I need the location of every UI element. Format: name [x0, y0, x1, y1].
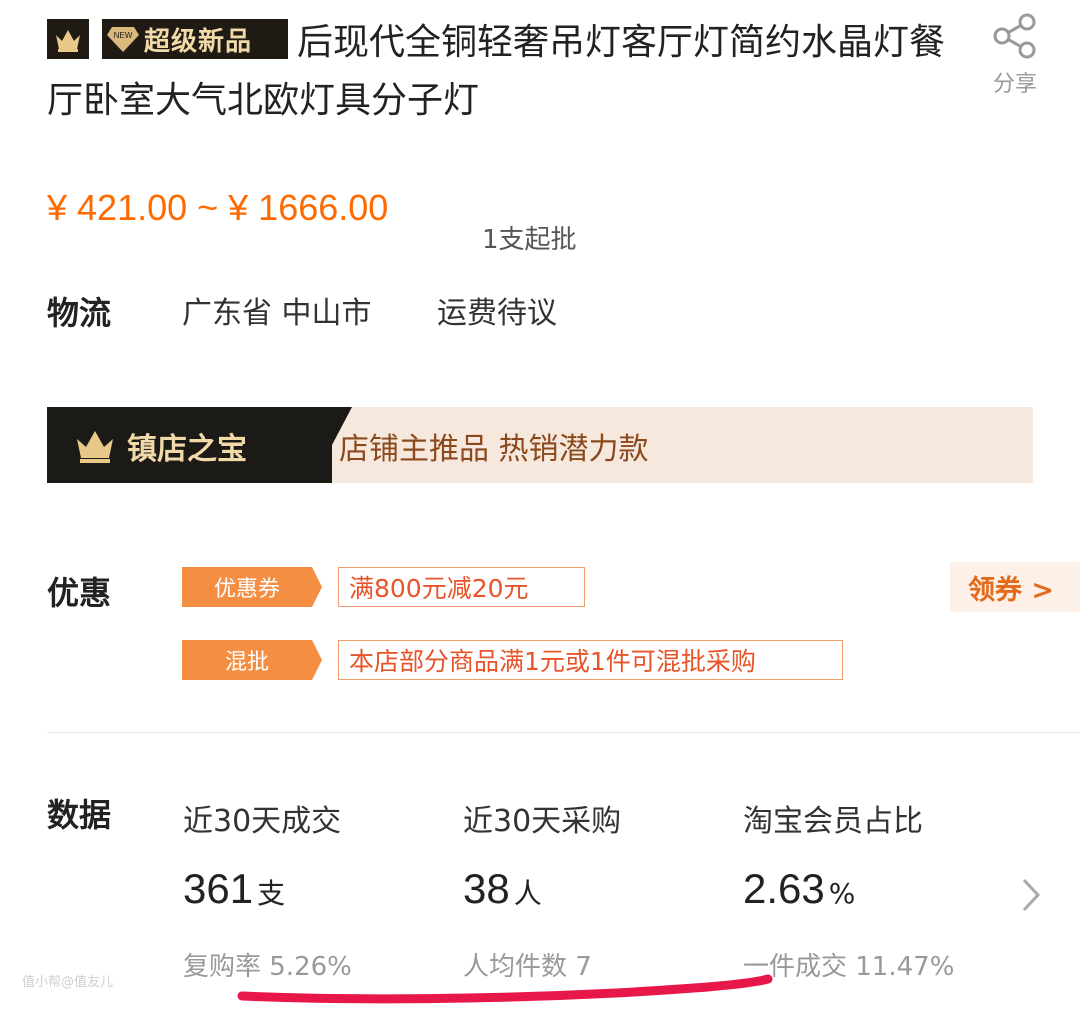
divider [47, 732, 1080, 733]
chevron-right-icon[interactable] [1018, 875, 1044, 915]
min-order: 1支起批 [482, 225, 577, 255]
product-title: 后现代全铜轻奢吊灯客厅灯简约水晶灯餐厅卧室大气北欧灯具分子灯 [47, 22, 946, 121]
red-underline-annotation [237, 974, 773, 1004]
banner-title: 镇店之宝 [127, 432, 247, 467]
promotions-label: 优惠 [47, 574, 112, 612]
stat-title-buyers: 近30天采购 [463, 804, 622, 839]
mixed-batch-tag: 混批 [182, 640, 322, 680]
coupon-ticket[interactable]: 满800元减20元 [338, 567, 585, 607]
shipping-location: 广东省 中山市 [182, 296, 372, 331]
mixed-batch-ticket[interactable]: 本店部分商品满1元或1件可混批采购 [338, 640, 843, 680]
price-range: ¥ 421.00 ~ ¥ 1666.00 [47, 187, 389, 228]
stat-value-sales: 361 支 [183, 865, 286, 912]
stat-value-members: 2.63% [743, 865, 856, 912]
logistics-label: 物流 [47, 294, 112, 332]
crown-icon [77, 431, 113, 463]
data-label: 数据 [47, 796, 112, 834]
stat-value-buyers: 38 人 [463, 865, 542, 912]
stat-title-sales: 近30天成交 [183, 804, 342, 839]
watermark: 值小帮@值友儿 [22, 975, 114, 990]
share-icon [993, 13, 1036, 59]
banner-desc: 店铺主推品 热销潜力款 [339, 432, 649, 467]
claim-coupon-button[interactable]: 领券 > [950, 562, 1080, 612]
stat-title-members: 淘宝会员占比 [743, 804, 923, 839]
share-button[interactable]: 分享 [985, 12, 1045, 98]
coupon-tag: 优惠券 [182, 567, 322, 607]
share-label: 分享 [992, 72, 1037, 97]
store-treasure-banner[interactable]: 镇店之宝 店铺主推品 热销潜力款 [47, 407, 1033, 483]
shipping-fee: 运费待议 [437, 296, 557, 331]
